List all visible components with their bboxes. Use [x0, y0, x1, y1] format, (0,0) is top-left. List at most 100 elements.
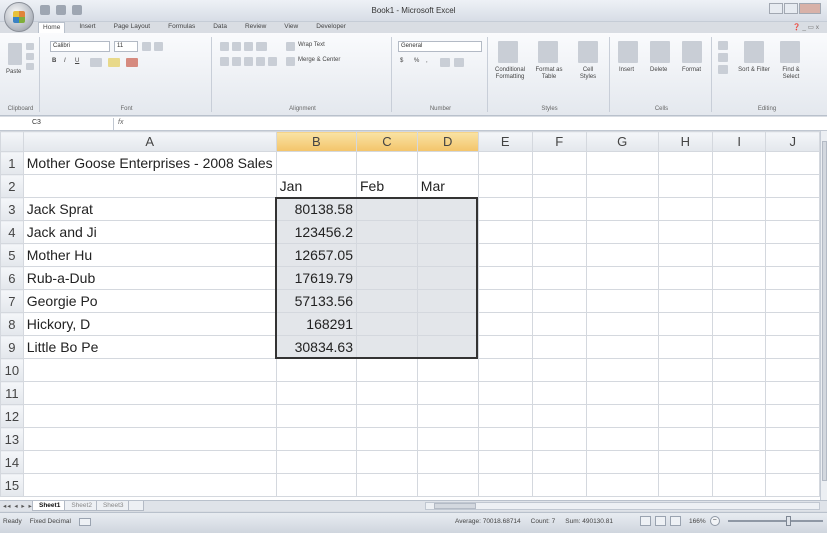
font-size-combo[interactable]: 11 — [114, 41, 138, 52]
column-header[interactable]: G — [585, 131, 659, 152]
cell[interactable] — [477, 197, 533, 221]
cell[interactable] — [585, 450, 659, 474]
cell[interactable] — [531, 197, 587, 221]
align-center-icon[interactable] — [232, 57, 241, 66]
cell[interactable] — [765, 220, 820, 244]
row-header[interactable]: 4 — [0, 220, 24, 244]
paste-icon[interactable] — [8, 43, 22, 65]
cell[interactable] — [765, 358, 820, 382]
cell[interactable] — [765, 381, 820, 405]
cell[interactable] — [22, 358, 277, 382]
cell[interactable] — [765, 473, 820, 497]
minimize-button[interactable] — [769, 3, 783, 14]
row-header[interactable]: 6 — [0, 266, 24, 290]
insert-cells-icon[interactable] — [618, 41, 638, 63]
cell[interactable]: 57133.56 — [275, 289, 358, 313]
macro-record-icon[interactable] — [78, 518, 91, 526]
cell[interactable] — [657, 197, 714, 221]
cell[interactable] — [765, 174, 820, 198]
cell[interactable] — [22, 427, 277, 451]
cell[interactable] — [531, 174, 587, 198]
align-left-icon[interactable] — [220, 57, 229, 66]
align-middle-icon[interactable] — [232, 42, 241, 51]
cell[interactable] — [356, 266, 418, 290]
percent-button[interactable]: % — [414, 58, 419, 64]
cell[interactable] — [22, 174, 277, 198]
cell[interactable]: 168291 — [275, 312, 358, 336]
clear-icon[interactable] — [718, 65, 728, 74]
cell[interactable] — [22, 450, 277, 474]
cell[interactable] — [416, 358, 479, 382]
font-name-combo[interactable]: Calibri — [50, 41, 110, 52]
insert-sheet-icon[interactable] — [127, 501, 144, 511]
sort-filter-button[interactable]: Sort & Filter — [738, 67, 770, 74]
format-painter-icon[interactable] — [26, 63, 34, 70]
fill-icon[interactable] — [718, 53, 728, 62]
cell[interactable] — [275, 473, 358, 497]
cell[interactable] — [765, 266, 820, 290]
cell[interactable]: 30834.63 — [275, 335, 358, 359]
increase-indent-icon[interactable] — [268, 57, 277, 66]
cell[interactable] — [22, 404, 277, 428]
cell[interactable] — [585, 174, 659, 198]
page-break-view-icon[interactable] — [670, 516, 681, 526]
cell[interactable] — [22, 473, 277, 497]
cell[interactable] — [657, 220, 714, 244]
cell[interactable] — [765, 312, 820, 336]
cell[interactable] — [712, 312, 767, 336]
tab-home[interactable]: Home — [38, 22, 66, 33]
zoom-slider-knob[interactable] — [785, 516, 791, 526]
align-top-icon[interactable] — [220, 42, 229, 51]
cell[interactable] — [356, 220, 418, 244]
cell[interactable]: Jack Sprat — [22, 197, 277, 221]
cell[interactable] — [712, 404, 767, 428]
conditional-formatting-button[interactable]: Conditional Formatting — [492, 67, 528, 81]
cell[interactable] — [477, 220, 533, 244]
tab-formulas[interactable]: Formulas — [164, 22, 199, 33]
cell[interactable] — [712, 174, 767, 198]
cell[interactable] — [585, 220, 659, 244]
cell[interactable] — [416, 197, 479, 221]
cell[interactable] — [585, 381, 659, 405]
cell[interactable] — [712, 381, 767, 405]
tab-developer[interactable]: Developer — [312, 22, 350, 33]
cell[interactable] — [657, 427, 714, 451]
office-button[interactable] — [4, 2, 34, 32]
cell[interactable] — [712, 473, 767, 497]
cell[interactable] — [531, 358, 587, 382]
cell[interactable] — [765, 450, 820, 474]
cell[interactable] — [585, 335, 659, 359]
cell[interactable] — [657, 335, 714, 359]
cell[interactable]: Rub-a-Dub — [22, 266, 277, 290]
cell[interactable] — [275, 450, 358, 474]
cell[interactable] — [275, 151, 358, 175]
close-button[interactable] — [799, 3, 821, 14]
cell-styles-icon[interactable] — [578, 41, 598, 63]
cell[interactable] — [416, 243, 479, 267]
merge-center-button[interactable]: Merge & Center — [298, 57, 340, 63]
horizontal-scroll-thumb[interactable] — [434, 503, 476, 509]
cell[interactable] — [585, 404, 659, 428]
zoom-level[interactable]: 166% — [689, 518, 706, 525]
row-header[interactable]: 9 — [0, 335, 24, 359]
cell[interactable] — [531, 289, 587, 313]
cell[interactable] — [531, 266, 587, 290]
cell[interactable] — [712, 289, 767, 313]
cell[interactable] — [356, 243, 418, 267]
cell[interactable]: Mother Hu — [22, 243, 277, 267]
cell[interactable] — [585, 358, 659, 382]
sheet-tab-sheet1[interactable]: Sheet1 — [32, 501, 68, 511]
orientation-icon[interactable] — [256, 42, 267, 51]
fill-color-icon[interactable] — [108, 58, 120, 67]
cell[interactable] — [657, 151, 714, 175]
row-header[interactable]: 14 — [0, 450, 24, 474]
row-header[interactable]: 10 — [0, 358, 24, 382]
cell[interactable] — [356, 404, 418, 428]
conditional-formatting-icon[interactable] — [498, 41, 518, 63]
wrap-text-button[interactable]: Wrap Text — [298, 42, 325, 48]
number-format-combo[interactable]: General — [398, 41, 482, 52]
cell[interactable] — [657, 243, 714, 267]
cell[interactable]: Jack and Ji — [22, 220, 277, 244]
cut-icon[interactable] — [26, 43, 34, 50]
cell[interactable] — [657, 473, 714, 497]
